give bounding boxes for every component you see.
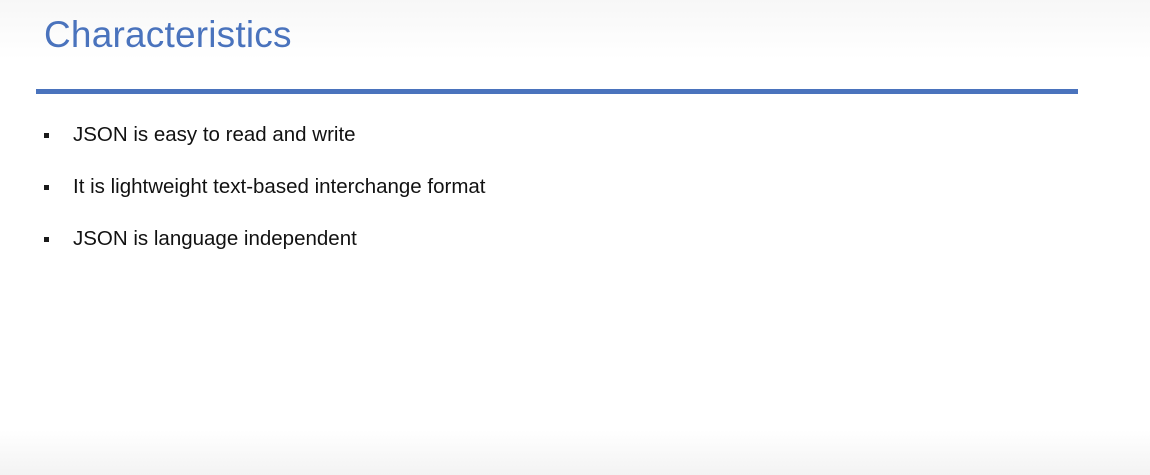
bullet-text: It is lightweight text-based interchange… <box>73 175 486 198</box>
bullet-list: JSON is easy to read and write It is lig… <box>44 120 486 276</box>
bullet-item: JSON is easy to read and write <box>44 120 486 172</box>
bullet-item: It is lightweight text-based interchange… <box>44 172 486 224</box>
slide: Characteristics JSON is easy to read and… <box>0 0 1150 475</box>
square-bullet-icon <box>44 133 49 138</box>
bullet-text: JSON is language independent <box>73 227 357 250</box>
slide-title: Characteristics <box>44 14 292 55</box>
title-underline <box>36 89 1078 94</box>
bullet-item: JSON is language independent <box>44 224 486 276</box>
square-bullet-icon <box>44 185 49 190</box>
bullet-text: JSON is easy to read and write <box>73 123 356 146</box>
square-bullet-icon <box>44 237 49 242</box>
